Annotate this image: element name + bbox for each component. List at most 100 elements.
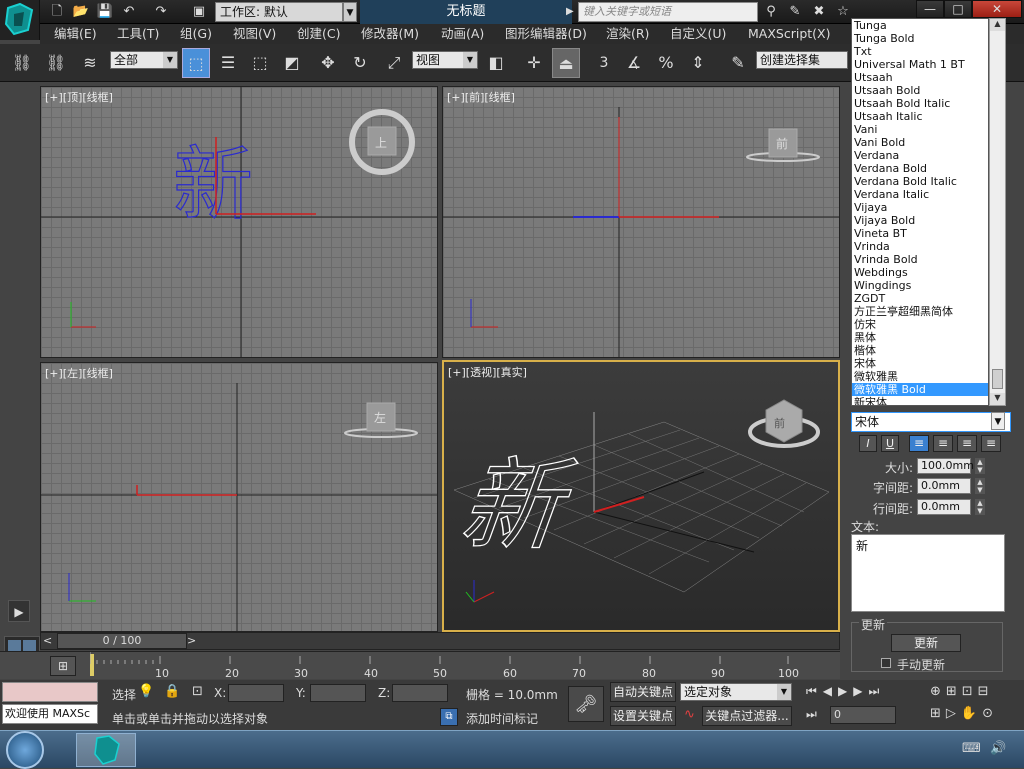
search-input[interactable]: 键入关键字或短语 [578,2,758,22]
font-list-item[interactable]: 楷体 [852,344,988,357]
font-list-item[interactable]: 微软雅黑 [852,370,988,383]
menu-create[interactable]: 创建(C) [297,26,340,42]
undo-icon[interactable]: ↶ [120,3,138,21]
chevron-down-icon[interactable]: ▼ [163,52,177,68]
auto-key-button[interactable]: 自动关键点 [610,682,676,702]
underline-button[interactable]: U [881,435,899,452]
align-right-icon[interactable]: ≡ [957,435,977,452]
align-center-icon[interactable]: ≡ [933,435,953,452]
redo-icon[interactable]: ↷ [152,3,170,21]
menu-modifiers[interactable]: 修改器(M) [361,26,419,42]
font-list-item[interactable]: Utsaah Bold Italic [852,97,988,110]
play-maxscript-icon[interactable]: ▶ [8,600,30,622]
keyboard-shortcut-override-icon[interactable]: ⏏ [552,48,580,78]
font-list-item[interactable]: 新宋体 [852,396,988,405]
current-frame-field[interactable]: 0 [830,706,896,724]
named-selection-set-input[interactable]: 创建选择集 [756,51,848,69]
menu-rendering[interactable]: 渲染(R) [606,26,649,42]
scroll-thumb[interactable] [992,369,1003,389]
track-bar[interactable]: ⊞ 10 20 30 40 50 60 70 80 90 100 [0,651,840,680]
font-list-item[interactable]: Verdana Bold Italic [852,175,988,188]
font-list-item[interactable]: Vani Bold [852,136,988,149]
x-coordinate-field[interactable] [228,684,284,702]
maximize-button[interactable]: □ [944,0,972,18]
y-coordinate-field[interactable] [310,684,366,702]
font-list-item[interactable]: Universal Math 1 BT [852,58,988,71]
wrench-icon[interactable]: ✎ [786,3,804,21]
viewport-nav-controls-2[interactable]: ⊞▷✋⊙ [930,706,998,721]
font-list-item[interactable]: ZGDT [852,292,988,305]
menu-graph-editors[interactable]: 图形编辑器(D) [505,26,587,42]
manual-update-checkbox[interactable] [881,658,891,668]
font-list-item[interactable]: Verdana Italic [852,188,988,201]
align-left-icon[interactable]: ≡ [909,435,929,452]
workspace-dropdown[interactable]: 工作区: 默认 [215,2,343,22]
new-file-icon[interactable]: 🗋 [48,3,66,21]
font-list-item[interactable]: Tunga Bold [852,32,988,45]
spinner-arrows-icon[interactable]: ▲ ▼ [975,499,985,515]
unlink-icon[interactable]: ⛓ [42,48,70,78]
volume-tray-icon[interactable]: 🔊 [990,741,1006,756]
select-object-icon[interactable]: ⬚ [182,48,210,78]
chevron-down-icon[interactable]: ▼ [343,2,357,22]
chevron-down-icon[interactable]: ▼ [777,684,791,700]
time-tag-icon[interactable]: ⧉ [440,708,458,726]
time-slider[interactable]: < 0 / 100 > [40,632,840,650]
angle-snap-icon[interactable]: ∡ [620,48,648,78]
update-button[interactable]: 更新 [891,634,961,652]
lock-icon[interactable]: 🔒 [164,684,180,699]
font-list-item[interactable]: Tunga [852,19,988,32]
font-list-item[interactable]: Txt [852,45,988,58]
font-list-item[interactable]: Wingdings [852,279,988,292]
save-icon[interactable]: 💾 [96,3,114,21]
font-list-item[interactable]: Verdana Bold [852,162,988,175]
isolate-selection-icon[interactable]: 💡 [138,684,154,699]
menu-maxscript[interactable]: MAXScript(X) [748,26,830,42]
font-list-item[interactable]: 微软雅黑 Bold [852,383,988,396]
app-logo[interactable] [0,0,40,40]
open-file-icon[interactable]: 📂 [72,3,90,21]
maxscript-listener-pink[interactable] [2,682,98,702]
font-list-item[interactable]: Utsaah Bold [852,84,988,97]
key-filters-button[interactable]: 关键点过滤器... [702,706,792,726]
spinner-arrows-icon[interactable]: ▲ ▼ [975,458,985,474]
key-mode-dropdown[interactable]: 选定对象 ▼ [680,683,792,701]
select-by-name-icon[interactable]: ☰ [214,48,242,78]
set-key-button[interactable]: 设置关键点 [610,706,676,726]
spinner-arrows-icon[interactable]: ▲ ▼ [975,478,985,494]
spinner-snap-icon[interactable]: ⇕ [684,48,712,78]
set-key-icon[interactable]: 🗝 [568,686,604,722]
next-frame-button[interactable]: > [187,634,196,647]
scale-icon[interactable]: ⤢ [380,48,408,78]
font-list-item[interactable]: Utsaah Italic [852,110,988,123]
font-list-item[interactable]: Webdings [852,266,988,279]
size-spinner[interactable]: 100.0mm [917,458,974,474]
add-time-tag-label[interactable]: 添加时间标记 [466,710,538,727]
font-list-item[interactable]: Vrinda Bold [852,253,988,266]
font-list-item[interactable]: Vijaya Bold [852,214,988,227]
italic-button[interactable]: I [859,435,877,452]
menu-views[interactable]: 视图(V) [233,26,276,42]
snap-3d-icon[interactable]: 3 [590,48,618,78]
pivot-icon[interactable]: ◧ [482,48,510,78]
chevron-down-icon[interactable]: ▼ [463,52,477,68]
playback-controls[interactable]: ⏮◀▶▶⏭ [806,684,885,699]
window-crossing-icon[interactable]: ◩ [278,48,306,78]
viewport-front[interactable]: [+][前][线框] 前 [442,86,840,358]
rotate-icon[interactable]: ↻ [346,48,374,78]
font-list-item[interactable]: Vani [852,123,988,136]
star-icon[interactable]: ☆ [834,3,852,21]
project-folder-icon[interactable]: ▣ [190,3,208,21]
scroll-down-icon[interactable]: ▼ [990,393,1005,405]
viewport-perspective[interactable]: [+][透视][真实] 新 前 [442,360,840,632]
taskbar-3dsmax-button[interactable] [76,733,136,767]
menu-group[interactable]: 组(G) [180,26,212,42]
text-area[interactable]: 新 [851,534,1005,612]
keyboard-tray-icon[interactable]: ⌨ [962,741,981,756]
binoculars-icon[interactable]: ⚲ [762,3,780,21]
prev-frame-button[interactable]: < [43,634,52,647]
chevron-down-icon[interactable]: ▼ [991,412,1005,430]
font-list-item[interactable]: Verdana [852,149,988,162]
font-list-item[interactable]: Utsaah [852,71,988,84]
menu-edit[interactable]: 编辑(E) [54,26,97,42]
